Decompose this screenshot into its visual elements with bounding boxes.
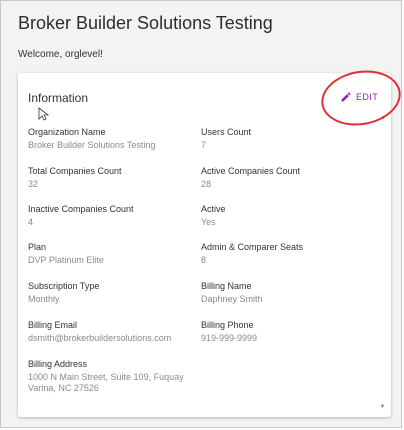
field-label: Admin & Comparer Seats bbox=[201, 242, 304, 252]
field-label: Billing Address bbox=[28, 359, 88, 369]
field-value: 28 bbox=[201, 179, 212, 189]
field-value: Yes bbox=[201, 217, 216, 227]
field-label: Total Companies Count bbox=[28, 166, 122, 176]
field-label: Billing Email bbox=[28, 320, 78, 330]
field-label: Users Count bbox=[201, 127, 252, 137]
field-label: Billing Phone bbox=[201, 320, 254, 330]
field-billing-name: Billing Name Daphney Smith bbox=[201, 281, 263, 305]
card-title: Information bbox=[28, 91, 89, 105]
field-inactive-companies: Inactive Companies Count 4 bbox=[28, 204, 134, 228]
field-active: Active Yes bbox=[201, 204, 226, 228]
field-label: Organization Name bbox=[28, 127, 106, 137]
page-title: Broker Builder Solutions Testing bbox=[18, 13, 273, 33]
field-value: dsmith@brokerbuildersolutions.com bbox=[28, 333, 172, 343]
field-label: Active bbox=[201, 204, 226, 214]
field-value: 32 bbox=[28, 179, 39, 189]
field-value: 7 bbox=[201, 140, 207, 150]
field-label: Active Companies Count bbox=[201, 166, 301, 176]
field-billing-address: Billing Address 1000 N Main Street, Suit… bbox=[28, 359, 198, 394]
welcome-message: Welcome, orglevel! bbox=[18, 49, 103, 60]
field-organization-name: Organization Name Broker Builder Solutio… bbox=[28, 127, 155, 151]
card-scrollbar[interactable]: ▲ ▼ bbox=[379, 115, 386, 411]
field-subscription-type: Subscription Type Monthly bbox=[28, 281, 99, 305]
scroll-down-arrow-icon[interactable]: ▼ bbox=[379, 404, 386, 411]
field-admin-comparer-seats: Admin & Comparer Seats 8 bbox=[201, 242, 303, 266]
mouse-cursor-icon bbox=[38, 107, 49, 121]
app-window: Broker Builder Solutions Testing Welcome… bbox=[0, 0, 404, 428]
field-value: Monthly bbox=[28, 294, 60, 304]
field-value: 1000 N Main Street, Suite 109, Fuquay Va… bbox=[28, 372, 184, 393]
field-billing-email: Billing Email dsmith@brokerbuildersoluti… bbox=[28, 320, 171, 344]
field-label: Subscription Type bbox=[28, 281, 100, 291]
field-billing-phone: Billing Phone 919-999-9999 bbox=[201, 320, 257, 344]
field-total-companies: Total Companies Count 32 bbox=[28, 166, 122, 190]
field-plan: Plan DVP Platinum Elite bbox=[28, 242, 104, 266]
information-card: Information EDIT Organization Name Broke… bbox=[18, 73, 391, 417]
field-active-companies: Active Companies Count 28 bbox=[201, 166, 300, 190]
field-users-count: Users Count 7 bbox=[201, 127, 251, 151]
field-label: Billing Name bbox=[201, 281, 252, 291]
field-value: DVP Platinum Elite bbox=[28, 255, 104, 265]
field-value: 4 bbox=[28, 217, 34, 227]
field-value: 919-999-9999 bbox=[201, 333, 258, 343]
field-value: Daphney Smith bbox=[201, 294, 263, 304]
field-label: Plan bbox=[28, 242, 47, 252]
field-value: 8 bbox=[201, 255, 207, 265]
field-label: Inactive Companies Count bbox=[28, 204, 134, 214]
field-value: Broker Builder Solutions Testing bbox=[28, 140, 156, 150]
